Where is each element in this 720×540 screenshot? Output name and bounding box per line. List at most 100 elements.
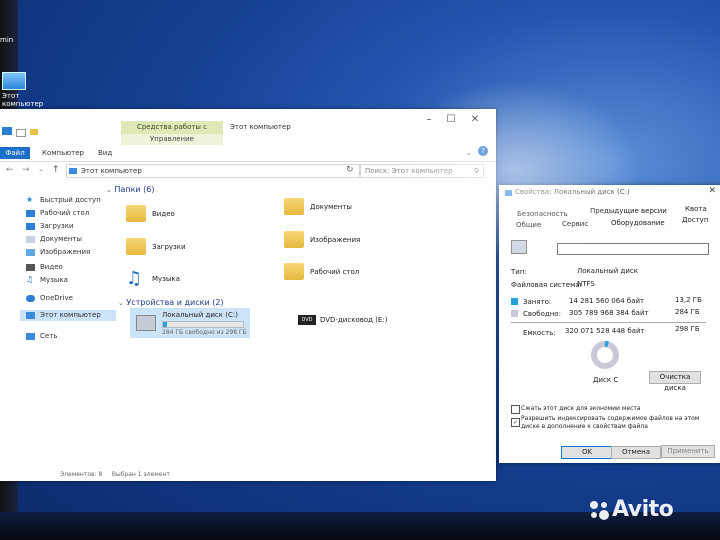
- folder-desktop[interactable]: Рабочий стол: [284, 261, 434, 283]
- address-bar[interactable]: Этот компьютер: [66, 164, 360, 178]
- tab-tools[interactable]: Сервис: [562, 220, 588, 228]
- nav-item-pictures[interactable]: Изображения: [20, 247, 116, 258]
- folder-pictures-icon: [284, 231, 304, 248]
- nav-item-documents[interactable]: Документы: [20, 234, 116, 245]
- tab-hardware[interactable]: Оборудование: [611, 219, 665, 227]
- folders-group-header[interactable]: ⌄ Папки (6): [106, 185, 154, 194]
- ribbon-tab-file[interactable]: Файл: [0, 147, 30, 159]
- ribbon-tab-computer[interactable]: Компьютер: [42, 147, 84, 159]
- nav-item-documents-label: Документы: [40, 235, 82, 243]
- context-tab-drive-tools[interactable]: Средства работы с дисками: [121, 121, 223, 144]
- pictures-icon: [26, 249, 35, 256]
- maximize-icon[interactable]: ☐: [442, 113, 460, 127]
- drive-c[interactable]: Локальный диск (C:) 284 ГБ свободно из 2…: [130, 308, 250, 338]
- type-label: Тип:: [511, 268, 527, 276]
- tab-previous-versions[interactable]: Предыдущие версии: [590, 207, 667, 215]
- desktop-icon-top[interactable]: min: [0, 36, 13, 44]
- tab-sharing[interactable]: Доступ: [682, 216, 708, 224]
- tab-quota[interactable]: Квота: [685, 205, 707, 213]
- ribbon-tab-view[interactable]: Вид: [98, 147, 112, 159]
- index-label-line2: диске в дополнение к свойствам файла: [521, 423, 648, 430]
- content-pane: ⌄ Папки (6) Видео Документы Загрузки Изо…: [106, 181, 492, 461]
- explorer-titlebar: Средства работы с дисками Этот компьютер…: [0, 109, 496, 146]
- properties-close-icon[interactable]: ✕: [708, 186, 716, 196]
- this-pc-small-icon: [69, 168, 77, 174]
- folder-music-label: Музыка: [152, 275, 180, 283]
- folder-music[interactable]: ♫ Музыка: [126, 268, 276, 290]
- recent-chevron-icon[interactable]: ⌄: [38, 165, 44, 173]
- ribbon-tab-manage[interactable]: Управление: [121, 134, 223, 145]
- free-label: Свободно:: [523, 310, 561, 318]
- folder-documents-label: Документы: [310, 203, 352, 211]
- nav-item-music[interactable]: ♫ Музыка: [20, 275, 116, 286]
- used-bytes: 14 281 560 064 байт: [569, 297, 645, 305]
- properties-title: Свойства: Локальный диск (C:): [515, 188, 630, 196]
- nav-this-pc[interactable]: Этот компьютер: [20, 310, 116, 321]
- desktop-icon-this-pc[interactable]: Этот компьютер: [2, 72, 43, 108]
- folder-music-icon: ♫: [126, 268, 143, 289]
- documents-icon: [26, 236, 35, 243]
- devices-group-header[interactable]: ⌄ Устройства и диски (2): [118, 298, 224, 307]
- disk-cleanup-button[interactable]: Очистка диска: [649, 371, 701, 392]
- folder-downloads[interactable]: Загрузки: [126, 236, 276, 258]
- this-pc-icon: [2, 72, 26, 90]
- close-icon[interactable]: ✕: [466, 113, 484, 127]
- search-input[interactable]: Поиск: Этот компьютер ⚲: [360, 164, 484, 178]
- folder-downloads-label: Загрузки: [152, 243, 186, 251]
- back-icon[interactable]: ←: [6, 165, 14, 175]
- address-row: ← → ⌄ ↑ Этот компьютер ↻ Поиск: Этот ком…: [0, 162, 496, 180]
- cancel-button[interactable]: Отмена: [611, 446, 661, 459]
- nav-onedrive[interactable]: OneDrive: [20, 293, 116, 304]
- compress-label: Сжать этот диск для экономии места: [521, 405, 641, 412]
- status-items-count: Элементов: 8: [60, 471, 103, 478]
- desktop-icon-this-pc-label-1: Этот: [2, 92, 20, 100]
- dvd-icon: DVD: [298, 315, 316, 325]
- drive-large-icon: [511, 240, 527, 254]
- nav-this-pc-label: Этот компьютер: [40, 311, 101, 319]
- tab-security[interactable]: Безопасность: [517, 210, 568, 218]
- status-selected-count: Выбран 1 элемент: [111, 471, 170, 478]
- star-icon: ★: [26, 195, 34, 204]
- nav-item-pictures-label: Изображения: [40, 248, 91, 256]
- dvd-drive[interactable]: DVD DVD-дисковод (E:): [298, 315, 387, 325]
- expand-ribbon-icon[interactable]: ⌄: [465, 148, 472, 157]
- refresh-icon[interactable]: ↻: [346, 165, 354, 175]
- drive-c-usage-bar: [162, 321, 244, 328]
- folder-desktop-label: Рабочий стол: [310, 268, 360, 276]
- avito-logo-icon: [590, 501, 609, 520]
- qat-new-folder-icon[interactable]: [30, 129, 38, 135]
- qat-properties-icon[interactable]: [16, 129, 26, 137]
- desktop-icon: [26, 210, 35, 217]
- folder-videos[interactable]: Видео: [126, 203, 276, 225]
- used-label: Занято:: [523, 298, 552, 306]
- nav-onedrive-label: OneDrive: [40, 294, 73, 302]
- nav-item-desktop-label: Рабочий стол: [40, 209, 90, 217]
- cloud-icon: [26, 295, 35, 302]
- nav-quick-access-label: Быстрый доступ: [40, 196, 101, 204]
- apply-button[interactable]: Применить: [661, 445, 715, 458]
- index-checkbox[interactable]: ✓: [511, 418, 520, 427]
- drive-c-icon: [136, 315, 156, 331]
- help-icon[interactable]: ?: [478, 146, 488, 156]
- nav-item-videos[interactable]: Видео: [20, 262, 116, 273]
- forward-icon[interactable]: →: [22, 165, 30, 175]
- minimize-icon[interactable]: –: [420, 113, 438, 127]
- ok-button[interactable]: OK: [561, 446, 613, 459]
- nav-quick-access[interactable]: ★ Быстрый доступ: [20, 195, 116, 206]
- nav-item-videos-label: Видео: [40, 263, 63, 271]
- used-swatch: [511, 298, 518, 305]
- folder-pictures[interactable]: Изображения: [284, 229, 434, 251]
- avito-watermark: Avito: [590, 497, 674, 522]
- folder-documents[interactable]: Документы: [284, 196, 434, 218]
- nav-item-downloads[interactable]: Загрузки: [20, 221, 116, 232]
- search-icon: ⚲: [473, 167, 479, 175]
- search-placeholder: Поиск: Этот компьютер: [365, 167, 453, 175]
- tab-general[interactable]: Общие: [516, 221, 542, 229]
- ribbon-tabs: Управление Файл Компьютер Вид ⌄ ?: [0, 134, 496, 162]
- compress-checkbox[interactable]: [511, 405, 520, 414]
- fs-label: Файловая система:: [511, 281, 583, 289]
- nav-network[interactable]: Сеть: [20, 331, 116, 342]
- drive-label-input[interactable]: [557, 243, 709, 255]
- nav-item-desktop[interactable]: Рабочий стол: [20, 208, 116, 219]
- up-icon[interactable]: ↑: [52, 165, 60, 175]
